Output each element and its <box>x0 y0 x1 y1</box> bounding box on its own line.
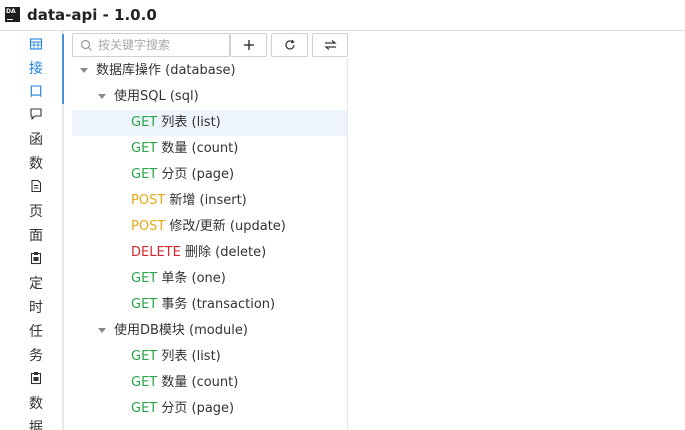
sidebar-item-page-2[interactable]: 面 <box>24 224 48 248</box>
api-name: 修改/更新 (update) <box>169 219 286 234</box>
sidebar-item-function-2[interactable]: 数 <box>24 152 48 176</box>
api-name: 分页 (page) <box>161 167 235 182</box>
api-name: 数量 (count) <box>161 375 239 390</box>
sidebar-item-interface-1[interactable]: 接 <box>24 57 48 81</box>
api-name: 列表 (list) <box>161 115 221 130</box>
clipboard-icon[interactable] <box>29 251 43 265</box>
tree-group-row[interactable]: 使用DB模块 (module) <box>72 318 347 344</box>
api-entry: DELETE 删除 (delete) <box>131 240 266 266</box>
table-icon[interactable] <box>29 37 43 51</box>
sidebar-item-function-1[interactable]: 函 <box>24 128 48 152</box>
sidebar-item-schedule-4[interactable]: 务 <box>24 344 48 368</box>
tree-group-label: 使用SQL (sql) <box>114 89 199 104</box>
tree-group-label: 使用DB模块 (module) <box>114 323 248 338</box>
tree-api-row[interactable]: POST 新增 (insert) <box>72 188 347 214</box>
sidebar-item-schedule-3[interactable]: 任 <box>24 320 48 344</box>
http-method: GET <box>131 375 158 390</box>
tree-api-row[interactable]: GET 列表 (list) <box>72 110 347 136</box>
sidebar-item-page-1[interactable]: 页 <box>24 200 48 224</box>
http-method: POST <box>131 193 166 208</box>
api-entry: GET 分页 (page) <box>131 162 234 188</box>
sidebar-item-data-1[interactable]: 数 <box>24 392 48 416</box>
api-entry: GET 列表 (list) <box>131 110 221 136</box>
sidebar-item-schedule-1[interactable]: 定 <box>24 272 48 296</box>
app-logo: DA <box>5 7 20 22</box>
search-input[interactable] <box>98 36 226 54</box>
http-method: GET <box>131 297 158 312</box>
clipboard-icon[interactable] <box>29 371 43 385</box>
refresh-button[interactable] <box>271 33 308 57</box>
api-name: 数量 (count) <box>161 141 239 156</box>
api-entry: GET 单条 (one) <box>131 266 226 292</box>
comment-icon[interactable] <box>29 107 43 121</box>
tree-api-row[interactable]: GET 列表 (list) <box>72 344 347 370</box>
http-method: DELETE <box>131 245 181 260</box>
api-name: 分页 (page) <box>161 401 235 416</box>
api-entry: GET 数量 (count) <box>131 136 238 162</box>
tree-api-row[interactable]: GET 分页 (page) <box>72 396 347 422</box>
caret-down-icon[interactable] <box>98 94 106 99</box>
api-entry: GET 分页 (page) <box>131 396 234 422</box>
tree-group-row[interactable]: 使用SQL (sql) <box>72 84 347 110</box>
tree-api-row[interactable]: GET 数量 (count) <box>72 370 347 396</box>
http-method: GET <box>131 167 158 182</box>
sidebar-item-schedule-2[interactable]: 时 <box>24 296 48 320</box>
api-name: 列表 (list) <box>161 349 221 364</box>
refresh-icon <box>284 39 295 50</box>
api-name: 事务 (transaction) <box>161 297 276 312</box>
http-method: GET <box>131 115 158 130</box>
caret-down-icon[interactable] <box>98 328 106 333</box>
add-button[interactable] <box>230 33 267 57</box>
http-method: GET <box>131 141 158 156</box>
caret-down-icon[interactable] <box>80 68 88 73</box>
tree-api-row[interactable]: GET 事务 (transaction) <box>72 292 347 318</box>
http-method: GET <box>131 349 158 364</box>
api-entry: GET 事务 (transaction) <box>131 292 275 318</box>
search-icon <box>80 39 92 51</box>
tree-api-row[interactable]: GET 分页 (page) <box>72 162 347 188</box>
api-name: 新增 (insert) <box>169 193 247 208</box>
http-method: GET <box>131 271 158 286</box>
api-entry: POST 修改/更新 (update) <box>131 214 286 240</box>
api-entry: GET 列表 (list) <box>131 344 221 370</box>
swap-icon <box>323 40 337 50</box>
tree-api-row[interactable]: GET 单条 (one) <box>72 266 347 292</box>
tree-group-row[interactable]: 数据库操作 (database) <box>72 58 347 84</box>
tree-api-row[interactable]: POST 修改/更新 (update) <box>72 214 347 240</box>
tree-divider <box>347 58 348 430</box>
search-box[interactable] <box>72 33 230 57</box>
title-bar: DA data-api - 1.0.0 <box>0 0 685 31</box>
http-method: POST <box>131 219 166 234</box>
http-method: GET <box>131 401 158 416</box>
sort-button[interactable] <box>312 33 348 57</box>
app-title: data-api - 1.0.0 <box>27 6 157 24</box>
tree-api-row[interactable]: DELETE 删除 (delete) <box>72 240 347 266</box>
api-name: 单条 (one) <box>161 271 226 286</box>
tree-group-label: 数据库操作 (database) <box>96 63 236 78</box>
api-name: 删除 (delete) <box>184 245 267 260</box>
document-icon[interactable] <box>29 179 43 193</box>
api-entry: POST 新增 (insert) <box>131 188 247 214</box>
plus-icon <box>243 40 254 50</box>
sidebar-active-indicator <box>62 34 64 104</box>
tree-api-row[interactable]: GET 数量 (count) <box>72 136 347 162</box>
sidebar-item-interface-2[interactable]: 口 <box>24 80 48 104</box>
app-logo-text: DA <box>6 8 16 15</box>
api-entry: GET 数量 (count) <box>131 370 238 396</box>
sidebar-item-data-2[interactable]: 据 <box>24 416 48 430</box>
